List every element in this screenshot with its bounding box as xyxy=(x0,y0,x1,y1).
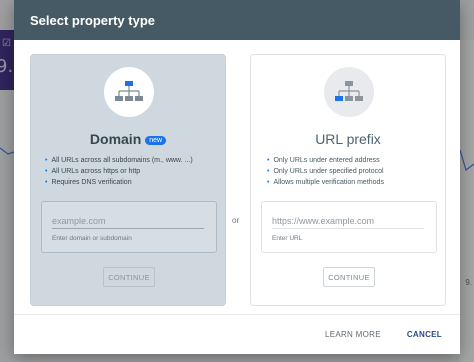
select-property-dialog: Select property type Domain new • All UR… xyxy=(14,0,460,354)
domain-continue-button[interactable]: CONTINUE xyxy=(103,267,155,287)
dialog-footer: LEARN MORE CANCEL xyxy=(14,314,460,354)
domain-input[interactable] xyxy=(52,214,204,229)
list-item: Only URLs under specified protocol xyxy=(267,166,384,177)
url-prefix-icon-circle xyxy=(324,67,374,117)
list-item: All URLs across all subdomains (m., www.… xyxy=(45,155,192,166)
sitemap-icon xyxy=(335,81,363,101)
new-badge: new xyxy=(145,136,167,145)
sitemap-icon xyxy=(115,81,143,101)
domain-input-helper: Enter domain or subdomain xyxy=(52,235,132,242)
dialog-body: Domainnew All URLs across all subdomains… xyxy=(14,40,460,314)
domain-title: Domain xyxy=(89,131,142,147)
dialog-title: Select property type xyxy=(30,12,155,28)
url-input[interactable] xyxy=(272,214,424,229)
domain-title-row: Domain new xyxy=(31,131,225,147)
list-item: All URLs across https or http xyxy=(45,166,193,177)
list-item: Requires DNS verification xyxy=(45,177,193,188)
list-item: Allows multiple verification methods xyxy=(267,177,384,188)
url-prefix-continue-button[interactable]: CONTINUE xyxy=(323,267,375,287)
url-input-container: Enter URL xyxy=(261,201,437,253)
domain-input-container: Enter domain or subdomain xyxy=(41,201,217,253)
learn-more-button[interactable]: LEARN MORE xyxy=(325,330,381,339)
domain-card[interactable]: Domainnew All URLs across all subdomains… xyxy=(30,54,226,306)
url-prefix-card[interactable]: URL prefix Only URLs under entered addre… xyxy=(250,54,446,306)
url-prefix-feature-list: Only URLs under entered address Only URL… xyxy=(267,155,384,188)
dialog-header: Select property type xyxy=(14,0,460,40)
or-separator: or xyxy=(232,216,240,225)
domain-icon-circle xyxy=(104,67,154,117)
list-item: Only URLs under entered address xyxy=(267,155,384,166)
url-prefix-title: URL prefix xyxy=(315,131,381,147)
cancel-button[interactable]: CANCEL xyxy=(407,330,442,339)
domain-feature-list: All URLs across all subdomains (m., www.… xyxy=(45,155,193,188)
url-input-helper: Enter URL xyxy=(272,235,303,242)
